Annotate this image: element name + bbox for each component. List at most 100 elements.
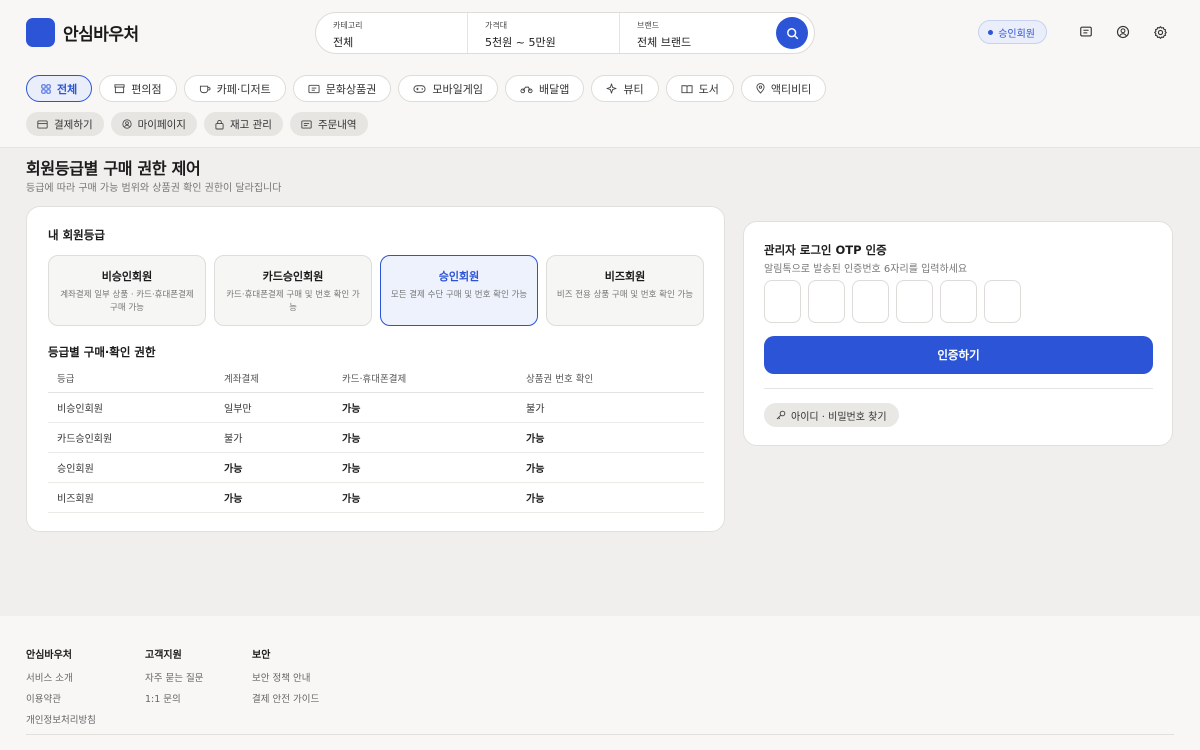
footer-link[interactable]: 서비스 소개 xyxy=(26,670,96,684)
profile-button[interactable] xyxy=(1111,20,1135,44)
category-all[interactable]: 전체 xyxy=(26,75,93,102)
chat-button[interactable] xyxy=(1074,20,1098,44)
tier-option-biz[interactable]: 비즈회원 비즈 전용 상품 구매 및 번호 확인 가능 xyxy=(546,255,704,326)
table-cell: 가능 xyxy=(517,482,704,513)
quick-link-label: 결제하기 xyxy=(54,118,93,131)
book-icon xyxy=(681,84,693,93)
category-culture-voucher[interactable]: 문화상품권 xyxy=(292,75,392,102)
divider xyxy=(764,388,1153,389)
logo[interactable]: 안심바우처 xyxy=(26,18,139,47)
footer-column-company: 안심바우처 서비스 소개 이용약관 개인정보처리방침 xyxy=(26,646,96,733)
category-tabs: 전체 편의점 카페·디저트 문화상품권 모바일게임 배달앱 뷰티 도서 액티비티 xyxy=(26,75,827,102)
table-cell: 가능 xyxy=(333,392,517,423)
footer: 안심바우처 서비스 소개 이용약관 개인정보처리방침 고객지원 자주 묻는 질문… xyxy=(0,616,1200,750)
find-account-button[interactable]: 아이디 · 비밀번호 찾기 xyxy=(764,403,899,427)
table-row: 승인회원 가능 가능 가능 xyxy=(48,452,704,483)
table-cell: 가능 xyxy=(333,422,517,453)
category-books[interactable]: 도서 xyxy=(665,75,734,102)
quick-link-payment[interactable]: 결제하기 xyxy=(26,112,104,136)
otp-digit-input-5[interactable] xyxy=(940,280,977,323)
search-brand-value: 전체 브랜드 xyxy=(637,36,692,49)
footer-link[interactable]: 이용약관 xyxy=(26,691,96,705)
quick-link-label: 재고 관리 xyxy=(229,118,272,131)
search-icon xyxy=(786,27,798,39)
category-label: 액티비티 xyxy=(770,82,812,96)
search-price-field[interactable]: 가격대 5천원 ~ 5만원 xyxy=(468,13,620,53)
otp-digit-input-4[interactable] xyxy=(896,280,933,323)
settings-button[interactable] xyxy=(1148,20,1172,44)
key-icon xyxy=(776,410,786,420)
otp-digit-input-2[interactable] xyxy=(808,280,845,323)
grid-icon xyxy=(41,83,51,94)
category-label: 문화상품권 xyxy=(325,82,377,96)
table-row: 비즈회원 가능 가능 가능 xyxy=(48,482,704,513)
page-subtitle: 등급에 따라 구매 가능 범위와 상품권 확인 권한이 달라집니다 xyxy=(26,183,282,194)
footer-heading: 보안 xyxy=(252,650,271,661)
table-cell: 비승인회원 xyxy=(48,392,215,423)
otp-subtitle: 알림톡으로 발송된 인증번호 6자리를 입력하세요 xyxy=(764,264,968,275)
quick-link-inventory[interactable]: 재고 관리 xyxy=(203,112,283,136)
search-button[interactable] xyxy=(776,17,808,49)
verify-button[interactable]: 인증하기 xyxy=(764,336,1153,374)
tier-desc: 비즈 전용 상품 구매 및 번호 확인 가능 xyxy=(556,290,694,300)
quick-link-mypage[interactable]: 마이페이지 xyxy=(110,112,197,136)
otp-input-group xyxy=(764,280,1021,323)
quick-link-label: 주문내역 xyxy=(317,118,357,131)
table-cell: 불가 xyxy=(215,422,333,453)
otp-digit-input-6[interactable] xyxy=(984,280,1021,323)
footer-link[interactable]: 결제 안전 가이드 xyxy=(252,691,319,705)
category-cafe[interactable]: 카페·디저트 xyxy=(183,75,286,102)
search-brand-label: 브랜드 xyxy=(637,21,660,30)
otp-digit-input-1[interactable] xyxy=(764,280,801,323)
search-bar: 카테고리 전체 가격대 5천원 ~ 5만원 브랜드 전체 브랜드 xyxy=(315,12,815,54)
category-activity[interactable]: 액티비티 xyxy=(740,75,827,102)
category-label: 도서 xyxy=(698,82,719,96)
sparkle-icon xyxy=(606,83,617,94)
quick-links: 결제하기 마이페이지 재고 관리 주문내역 xyxy=(26,112,368,136)
table-cell: 가능 xyxy=(517,452,704,483)
category-label: 모바일게임 xyxy=(432,82,483,96)
search-brand-field[interactable]: 브랜드 전체 브랜드 xyxy=(620,13,772,53)
category-beauty[interactable]: 뷰티 xyxy=(591,75,659,102)
pin-icon xyxy=(756,83,765,94)
column-header: 등급 xyxy=(48,364,215,393)
footer-link[interactable]: 개인정보처리방침 xyxy=(26,712,96,726)
footer-link[interactable]: 자주 묻는 질문 xyxy=(145,670,203,684)
tier-name: 비승인회원 xyxy=(101,270,153,283)
quick-link-orders[interactable]: 주문내역 xyxy=(289,112,368,136)
bike-icon xyxy=(520,86,533,93)
otp-digit-input-3[interactable] xyxy=(852,280,889,323)
tiers-section-title: 내 회원등급 xyxy=(48,228,105,242)
category-mobile-game[interactable]: 모바일게임 xyxy=(398,75,498,102)
table-cell: 가능 xyxy=(215,452,333,483)
footer-link[interactable]: 보안 정책 안내 xyxy=(252,670,319,684)
search-category-value: 전체 xyxy=(333,36,354,49)
column-header: 계좌결제 xyxy=(215,364,333,393)
category-convenience[interactable]: 편의점 xyxy=(99,75,177,102)
footer-divider xyxy=(26,734,1174,735)
tier-option-card-approved[interactable]: 카드승인회원 카드·휴대폰결제 구매 및 번호 확인 가능 xyxy=(214,255,372,326)
tier-option-unapproved[interactable]: 비승인회원 계좌결제 일부 상품 · 카드·휴대폰결제 구매 가능 xyxy=(48,255,206,326)
column-header: 카드·휴대폰결제 xyxy=(333,364,517,393)
footer-heading: 고객지원 xyxy=(145,650,182,661)
table-cell: 카드승인회원 xyxy=(48,422,215,453)
find-account-label: 아이디 · 비밀번호 찾기 xyxy=(791,411,887,423)
membership-card: 내 회원등급 비승인회원 계좌결제 일부 상품 · 카드·휴대폰결제 구매 가능… xyxy=(26,206,725,532)
footer-heading: 안심바우처 xyxy=(26,650,72,661)
table-cell: 비즈회원 xyxy=(48,482,215,513)
tier-desc: 모든 결제 수단 구매 및 번호 확인 가능 xyxy=(390,290,528,300)
tier-option-approved[interactable]: 승인회원 모든 결제 수단 구매 및 번호 확인 가능 xyxy=(380,255,538,326)
user-icon xyxy=(1116,25,1130,39)
chat-icon xyxy=(1080,26,1092,37)
search-category-field[interactable]: 카테고리 전체 xyxy=(316,13,468,53)
category-label: 배달앱 xyxy=(538,82,570,96)
column-header: 상품권 번호 확인 xyxy=(517,364,704,393)
category-delivery[interactable]: 배달앱 xyxy=(504,75,585,102)
tier-name: 비즈회원 xyxy=(604,270,646,283)
member-status-badge[interactable]: 승인회원 xyxy=(978,20,1047,44)
footer-link[interactable]: 1:1 문의 xyxy=(145,691,203,705)
logo-mark xyxy=(26,18,55,47)
user-icon xyxy=(122,119,132,129)
table-cell: 승인회원 xyxy=(48,452,215,483)
table-cell: 일부만 xyxy=(215,392,333,423)
